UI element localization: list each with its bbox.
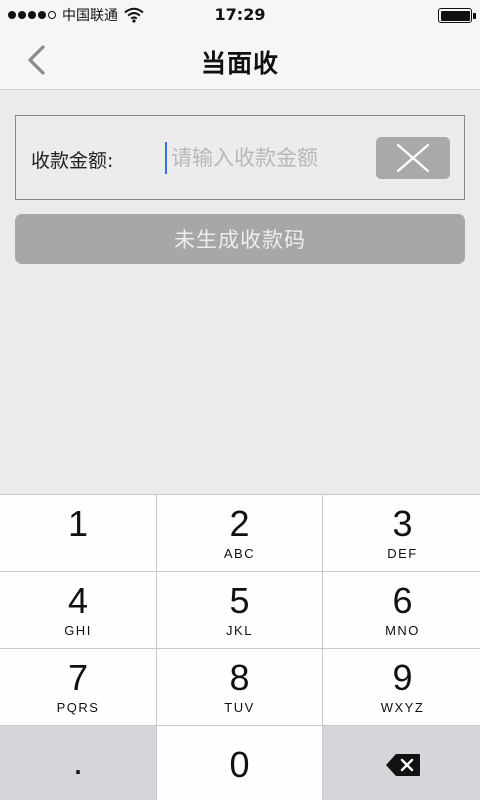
key-digit: 3	[392, 502, 413, 544]
wifi-icon	[124, 7, 144, 23]
status-bar: 中国联通 17:29	[0, 0, 480, 30]
key-digit: 2	[229, 502, 250, 544]
key-letters: ABC	[223, 545, 256, 561]
app-root: 中国联通 17:29 当面收 收款金额: 未生成收款	[0, 0, 480, 800]
key-7[interactable]: 7 PQRS	[0, 649, 156, 725]
key-digit: 1	[67, 502, 89, 544]
amount-field-container: 收款金额:	[15, 115, 465, 200]
key-digit: 7	[67, 656, 89, 698]
key-decimal[interactable]: .	[0, 726, 156, 800]
key-letters: JKL	[226, 622, 253, 638]
battery-icon	[438, 8, 476, 23]
carrier-name: 中国联通	[62, 8, 118, 24]
key-digit: 0	[229, 744, 250, 785]
key-3[interactable]: 3 DEF	[323, 495, 480, 571]
key-letters: DEF	[387, 545, 418, 561]
key-letters: GHI	[64, 622, 92, 638]
key-9[interactable]: 9 WXYZ	[323, 649, 480, 725]
key-2[interactable]: 2 ABC	[157, 495, 322, 571]
numeric-keypad: 1 2 ABC 3 DEF 4 GHI 5 JKL 6 MNO 7 PQRS 8	[0, 494, 480, 800]
clear-button[interactable]	[376, 137, 450, 179]
generate-qr-button[interactable]: 未生成收款码	[15, 214, 465, 264]
key-6[interactable]: 6 MNO	[323, 572, 480, 648]
key-digit: 5	[229, 579, 250, 621]
close-icon	[396, 143, 430, 173]
key-delete[interactable]	[323, 726, 480, 800]
key-4[interactable]: 4 GHI	[0, 572, 156, 648]
key-letters: TUV	[224, 699, 255, 715]
key-letters: MNO	[385, 622, 420, 638]
signal-strength-icon	[8, 11, 56, 19]
key-digit: 8	[229, 656, 250, 698]
page-title: 当面收	[200, 49, 279, 78]
key-0[interactable]: 0	[157, 726, 322, 800]
key-8[interactable]: 8 TUV	[157, 649, 322, 725]
key-letters: PQRS	[56, 699, 100, 715]
navigation-bar: 当面收	[0, 30, 480, 90]
key-letters: WXYZ	[380, 699, 425, 715]
amount-input[interactable]	[165, 142, 380, 174]
amount-label: 收款金额:	[31, 150, 114, 172]
key-digit: 4	[67, 579, 89, 621]
key-digit: 9	[392, 656, 413, 698]
key-digit: .	[72, 741, 83, 782]
backspace-icon	[385, 754, 420, 776]
key-1[interactable]: 1	[0, 495, 156, 571]
key-5[interactable]: 5 JKL	[157, 572, 322, 648]
key-digit: 6	[392, 579, 413, 621]
